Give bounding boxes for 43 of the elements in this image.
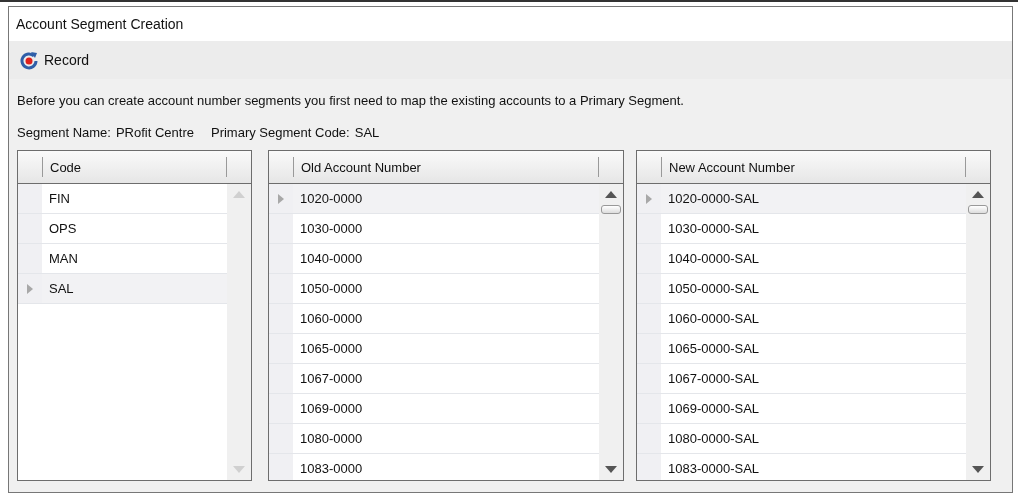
row-header[interactable] — [637, 424, 661, 453]
row-indicator-icon — [27, 283, 33, 294]
row-header[interactable] — [637, 274, 661, 303]
row-indicator-icon — [278, 193, 284, 204]
scroll-up-icon[interactable] — [972, 190, 984, 198]
row-header[interactable] — [269, 214, 293, 243]
row-header[interactable] — [637, 244, 661, 273]
row-header[interactable] — [18, 274, 42, 303]
row-header[interactable] — [18, 184, 42, 213]
row-header[interactable] — [269, 394, 293, 423]
scrollbar[interactable] — [966, 184, 990, 480]
scrollbar[interactable] — [599, 184, 623, 480]
segment-label: Segment Name: — [17, 125, 111, 141]
row-indicator-icon — [646, 193, 652, 204]
record-button[interactable]: Record — [15, 48, 94, 72]
row-header[interactable] — [269, 364, 293, 393]
segment-value: PRofit Centre — [115, 125, 194, 141]
row-header[interactable] — [637, 214, 661, 243]
scroll-thumb[interactable] — [601, 205, 621, 214]
window-title: Account Segment Creation — [16, 16, 184, 32]
row-header[interactable] — [637, 184, 661, 213]
scroll-down-icon[interactable] — [972, 466, 984, 474]
row-header[interactable] — [269, 334, 293, 363]
row-header[interactable] — [269, 424, 293, 453]
row-header[interactable] — [637, 304, 661, 333]
row-header[interactable] — [269, 244, 293, 273]
scroll-thumb[interactable] — [968, 205, 988, 214]
scroll-up-icon[interactable] — [605, 190, 617, 198]
row-header[interactable] — [637, 334, 661, 363]
instruction-text: Before you can create account number segments you first need to map the existing accounts to a Primary Segment. — [17, 92, 685, 110]
segment-value: SAL — [354, 125, 380, 141]
record-icon — [19, 50, 39, 70]
row-header[interactable] — [637, 394, 661, 423]
row-header[interactable] — [637, 364, 661, 393]
row-header[interactable] — [269, 304, 293, 333]
row-header[interactable] — [269, 184, 293, 213]
row-header[interactable] — [637, 454, 661, 480]
scroll-down-icon[interactable] — [605, 466, 617, 474]
row-header[interactable] — [269, 454, 293, 480]
row-header[interactable] — [18, 244, 42, 273]
row-header[interactable] — [18, 214, 42, 243]
row-header[interactable] — [269, 274, 293, 303]
segment-label: Primary Segment Code: — [211, 125, 350, 141]
